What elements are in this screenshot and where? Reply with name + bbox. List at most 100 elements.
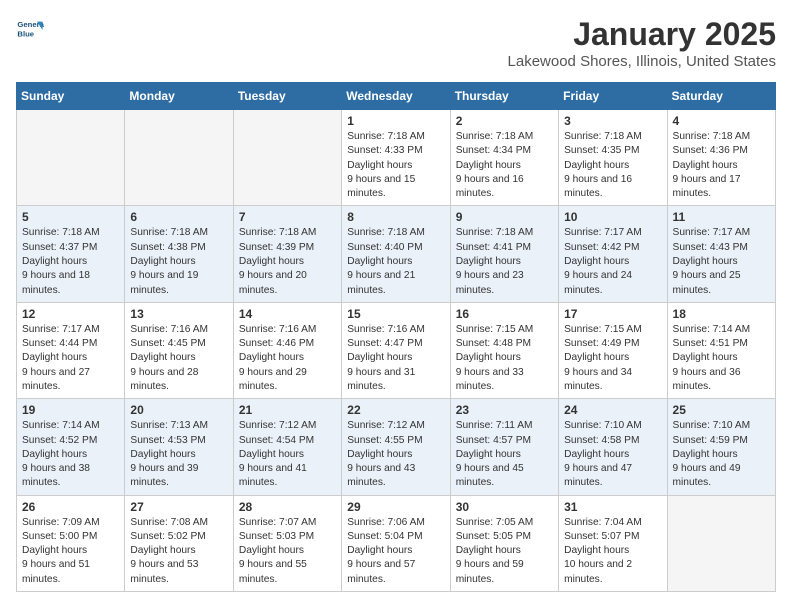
calendar-cell: 22 Sunrise: 7:12 AMSunset: 4:55 PMDayligh… <box>342 399 450 495</box>
logo-icon: General Blue <box>16 16 44 44</box>
day-number: 5 <box>22 210 119 224</box>
day-number: 20 <box>130 403 227 417</box>
calendar-cell: 31Sunrise: 7:04 AMSunset: 5:07 PMDayligh… <box>559 495 667 591</box>
day-info: Sunrise: 7:18 AMSunset: 4:40 PMDaylight … <box>347 226 444 297</box>
day-number: 18 <box>673 307 770 321</box>
day-info: Sunrise: 7:18 AMSunset: 4:34 PMDaylight … <box>456 130 553 201</box>
week-row-4: 19 Sunrise: 7:14 AMSunset: 4:52 PMDayligh… <box>17 399 776 495</box>
day-info: Sunrise: 7:17 AMSunset: 4:44 PMDaylight … <box>22 323 119 394</box>
day-number: 14 <box>239 307 336 321</box>
calendar-cell: 24 Sunrise: 7:10 AMSunset: 4:58 PMDayligh… <box>559 399 667 495</box>
col-header-friday: Friday <box>559 83 667 110</box>
day-info: Sunrise: 7:17 AMSunset: 4:42 PMDaylight … <box>564 226 661 297</box>
day-info: Sunrise: 7:10 AMSunset: 4:58 PMDaylight … <box>564 419 661 490</box>
day-info: Sunrise: 7:14 AMSunset: 4:52 PMDaylight … <box>22 419 119 490</box>
calendar-cell: 16 Sunrise: 7:15 AMSunset: 4:48 PMDayligh… <box>450 302 558 398</box>
calendar-cell: 3 Sunrise: 7:18 AMSunset: 4:35 PMDaylight… <box>559 110 667 206</box>
calendar-cell: 2 Sunrise: 7:18 AMSunset: 4:34 PMDaylight… <box>450 110 558 206</box>
day-info: Sunrise: 7:16 AMSunset: 4:46 PMDaylight … <box>239 323 336 394</box>
calendar-cell: 23Sunrise: 7:11 AMSunset: 4:57 PMDayligh… <box>450 399 558 495</box>
col-header-saturday: Saturday <box>667 83 775 110</box>
location-title: Lakewood Shores, Illinois, United States <box>508 53 776 70</box>
day-info: Sunrise: 7:16 AMSunset: 4:45 PMDaylight … <box>130 323 227 394</box>
calendar-cell: 15Sunrise: 7:16 AMSunset: 4:47 PMDayligh… <box>342 302 450 398</box>
calendar-cell: 5 Sunrise: 7:18 AMSunset: 4:37 PMDaylight… <box>17 206 125 302</box>
day-number: 2 <box>456 114 553 128</box>
month-title: January 2025 <box>508 16 776 53</box>
day-info: Sunrise: 7:15 AMSunset: 4:48 PMDaylight … <box>456 323 553 394</box>
day-info: Sunrise: 7:16 AMSunset: 4:47 PMDaylight … <box>347 323 444 394</box>
calendar-cell: 27Sunrise: 7:08 AMSunset: 5:02 PMDayligh… <box>125 495 233 591</box>
day-info: Sunrise: 7:18 AMSunset: 4:35 PMDaylight … <box>564 130 661 201</box>
logo: General Blue <box>16 16 48 44</box>
week-row-2: 5 Sunrise: 7:18 AMSunset: 4:37 PMDaylight… <box>17 206 776 302</box>
day-number: 12 <box>22 307 119 321</box>
day-info: Sunrise: 7:15 AMSunset: 4:49 PMDaylight … <box>564 323 661 394</box>
day-number: 23 <box>456 403 553 417</box>
calendar-cell: 1Sunrise: 7:18 AMSunset: 4:33 PMDaylight… <box>342 110 450 206</box>
calendar-cell: 20 Sunrise: 7:13 AMSunset: 4:53 PMDayligh… <box>125 399 233 495</box>
day-number: 9 <box>456 210 553 224</box>
day-info: Sunrise: 7:14 AMSunset: 4:51 PMDaylight … <box>673 323 770 394</box>
day-number: 11 <box>673 210 770 224</box>
day-number: 21 <box>239 403 336 417</box>
calendar-cell: 17 Sunrise: 7:15 AMSunset: 4:49 PMDayligh… <box>559 302 667 398</box>
col-header-sunday: Sunday <box>17 83 125 110</box>
week-row-3: 12 Sunrise: 7:17 AMSunset: 4:44 PMDayligh… <box>17 302 776 398</box>
day-info: Sunrise: 7:18 AMSunset: 4:39 PMDaylight … <box>239 226 336 297</box>
week-row-1: 1Sunrise: 7:18 AMSunset: 4:33 PMDaylight… <box>17 110 776 206</box>
day-info: Sunrise: 7:18 AMSunset: 4:33 PMDaylight … <box>347 130 444 201</box>
calendar-cell: 28 Sunrise: 7:07 AMSunset: 5:03 PMDayligh… <box>233 495 341 591</box>
calendar-cell <box>17 110 125 206</box>
calendar-cell: 7 Sunrise: 7:18 AMSunset: 4:39 PMDaylight… <box>233 206 341 302</box>
calendar-cell: 10 Sunrise: 7:17 AMSunset: 4:42 PMDayligh… <box>559 206 667 302</box>
day-number: 27 <box>130 500 227 514</box>
col-header-thursday: Thursday <box>450 83 558 110</box>
day-info: Sunrise: 7:13 AMSunset: 4:53 PMDaylight … <box>130 419 227 490</box>
day-number: 26 <box>22 500 119 514</box>
day-number: 6 <box>130 210 227 224</box>
day-info: Sunrise: 7:12 AMSunset: 4:54 PMDaylight … <box>239 419 336 490</box>
day-info: Sunrise: 7:05 AMSunset: 5:05 PMDaylight … <box>456 516 553 587</box>
day-number: 29 <box>347 500 444 514</box>
day-number: 16 <box>456 307 553 321</box>
page-header: General Blue January 2025 Lakewood Shore… <box>16 16 776 70</box>
day-number: 8 <box>347 210 444 224</box>
day-info: Sunrise: 7:04 AMSunset: 5:07 PMDaylight … <box>564 516 661 587</box>
week-row-5: 26Sunrise: 7:09 AMSunset: 5:00 PMDayligh… <box>17 495 776 591</box>
day-number: 28 <box>239 500 336 514</box>
day-info: Sunrise: 7:18 AMSunset: 4:37 PMDaylight … <box>22 226 119 297</box>
calendar-cell <box>125 110 233 206</box>
calendar-cell: 8 Sunrise: 7:18 AMSunset: 4:40 PMDaylight… <box>342 206 450 302</box>
day-info: Sunrise: 7:18 AMSunset: 4:36 PMDaylight … <box>673 130 770 201</box>
col-header-monday: Monday <box>125 83 233 110</box>
calendar-cell: 29 Sunrise: 7:06 AMSunset: 5:04 PMDayligh… <box>342 495 450 591</box>
day-number: 30 <box>456 500 553 514</box>
calendar-cell: 12 Sunrise: 7:17 AMSunset: 4:44 PMDayligh… <box>17 302 125 398</box>
calendar-table: SundayMondayTuesdayWednesdayThursdayFrid… <box>16 82 776 592</box>
day-number: 17 <box>564 307 661 321</box>
calendar-cell: 13Sunrise: 7:16 AMSunset: 4:45 PMDayligh… <box>125 302 233 398</box>
day-number: 24 <box>564 403 661 417</box>
day-info: Sunrise: 7:12 AMSunset: 4:55 PMDaylight … <box>347 419 444 490</box>
day-number: 25 <box>673 403 770 417</box>
day-number: 10 <box>564 210 661 224</box>
day-info: Sunrise: 7:07 AMSunset: 5:03 PMDaylight … <box>239 516 336 587</box>
day-info: Sunrise: 7:17 AMSunset: 4:43 PMDaylight … <box>673 226 770 297</box>
calendar-cell: 6 Sunrise: 7:18 AMSunset: 4:38 PMDaylight… <box>125 206 233 302</box>
day-info: Sunrise: 7:18 AMSunset: 4:38 PMDaylight … <box>130 226 227 297</box>
day-info: Sunrise: 7:06 AMSunset: 5:04 PMDaylight … <box>347 516 444 587</box>
calendar-cell: 26Sunrise: 7:09 AMSunset: 5:00 PMDayligh… <box>17 495 125 591</box>
calendar-cell: 4 Sunrise: 7:18 AMSunset: 4:36 PMDaylight… <box>667 110 775 206</box>
calendar-cell: 18 Sunrise: 7:14 AMSunset: 4:51 PMDayligh… <box>667 302 775 398</box>
day-number: 19 <box>22 403 119 417</box>
day-number: 22 <box>347 403 444 417</box>
day-header-row: SundayMondayTuesdayWednesdayThursdayFrid… <box>17 83 776 110</box>
calendar-cell <box>667 495 775 591</box>
day-number: 7 <box>239 210 336 224</box>
day-info: Sunrise: 7:18 AMSunset: 4:41 PMDaylight … <box>456 226 553 297</box>
svg-text:Blue: Blue <box>17 29 34 38</box>
day-number: 4 <box>673 114 770 128</box>
calendar-cell <box>233 110 341 206</box>
day-number: 3 <box>564 114 661 128</box>
